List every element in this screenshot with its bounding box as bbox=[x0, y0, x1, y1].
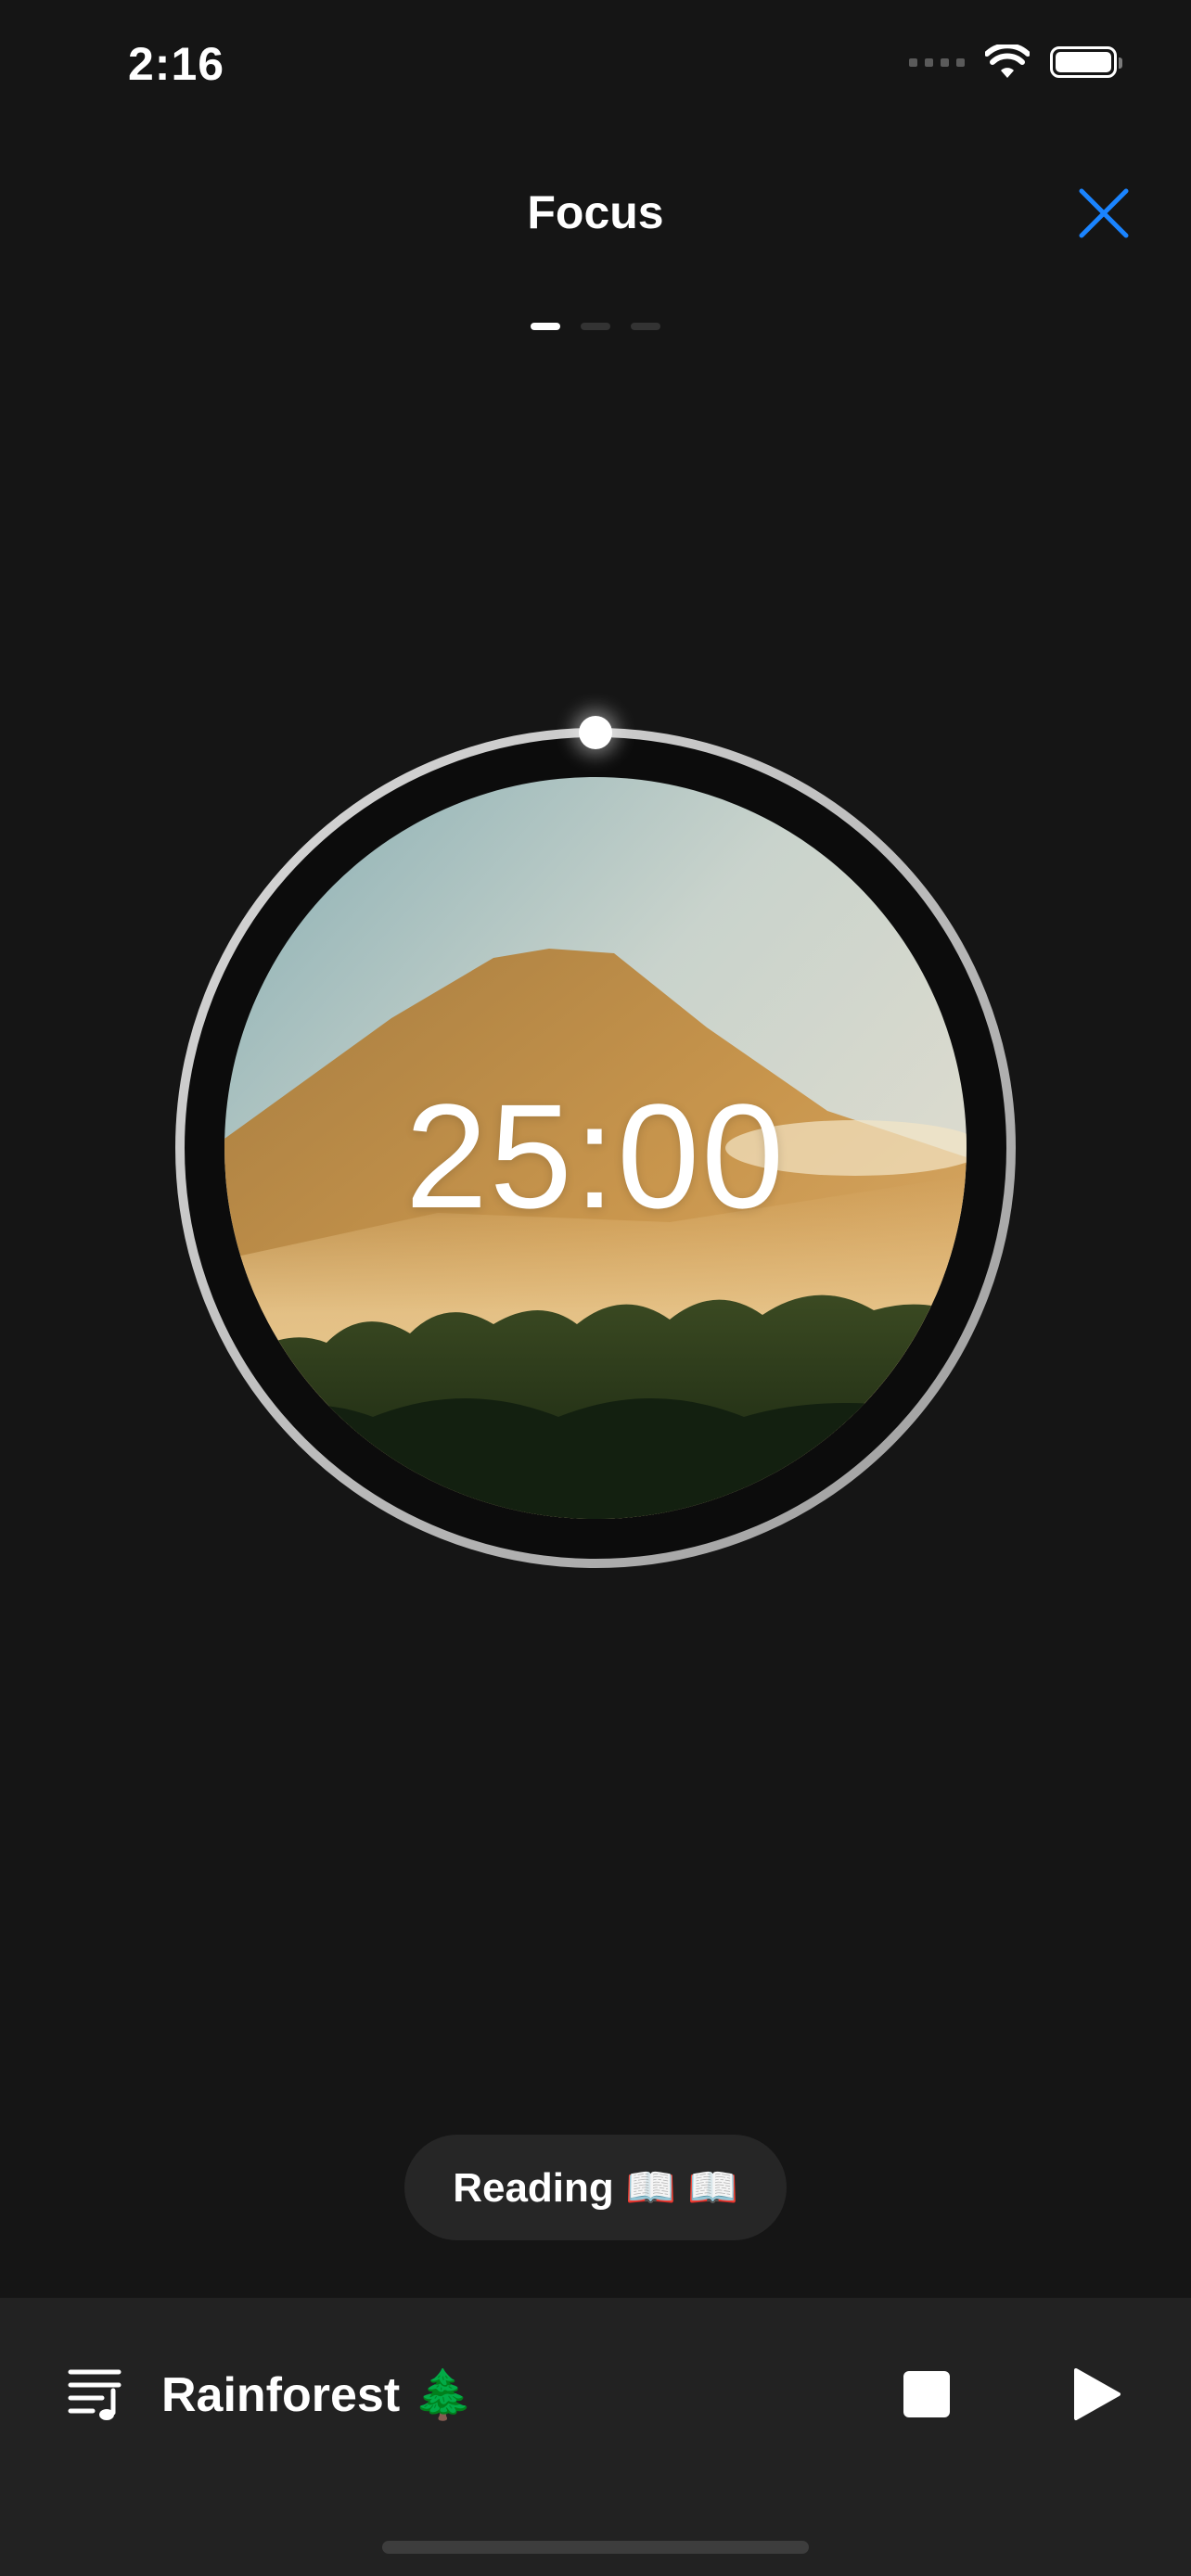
battery-icon bbox=[1050, 46, 1122, 78]
status-icons bbox=[909, 45, 1122, 80]
current-sound-label[interactable]: Rainforest 🌲 bbox=[161, 2366, 473, 2423]
home-indicator bbox=[382, 2541, 809, 2554]
page-dot-3[interactable] bbox=[631, 323, 660, 330]
sound-player-bar bbox=[0, 2298, 1191, 2576]
cellular-signal-icon bbox=[909, 57, 965, 67]
page-indicator bbox=[0, 323, 1191, 330]
focus-tag-button[interactable]: Reading 📖 📖 bbox=[404, 2135, 787, 2240]
stop-button[interactable] bbox=[903, 2371, 950, 2417]
status-time: 2:16 bbox=[128, 38, 225, 90]
timer-dial-handle[interactable] bbox=[579, 716, 612, 749]
close-button[interactable] bbox=[1076, 185, 1132, 241]
play-button[interactable] bbox=[1070, 2366, 1122, 2422]
timer-display: 25:00 bbox=[404, 1073, 787, 1239]
playlist-button[interactable] bbox=[67, 2366, 122, 2424]
play-icon bbox=[1074, 2368, 1121, 2420]
page-title: Focus bbox=[527, 186, 664, 238]
wifi-icon bbox=[985, 45, 1030, 78]
page-dot-2[interactable] bbox=[581, 323, 610, 330]
page-dot-1[interactable] bbox=[531, 323, 560, 330]
close-x-icon bbox=[1079, 188, 1129, 238]
music-playlist-icon bbox=[68, 2369, 122, 2420]
